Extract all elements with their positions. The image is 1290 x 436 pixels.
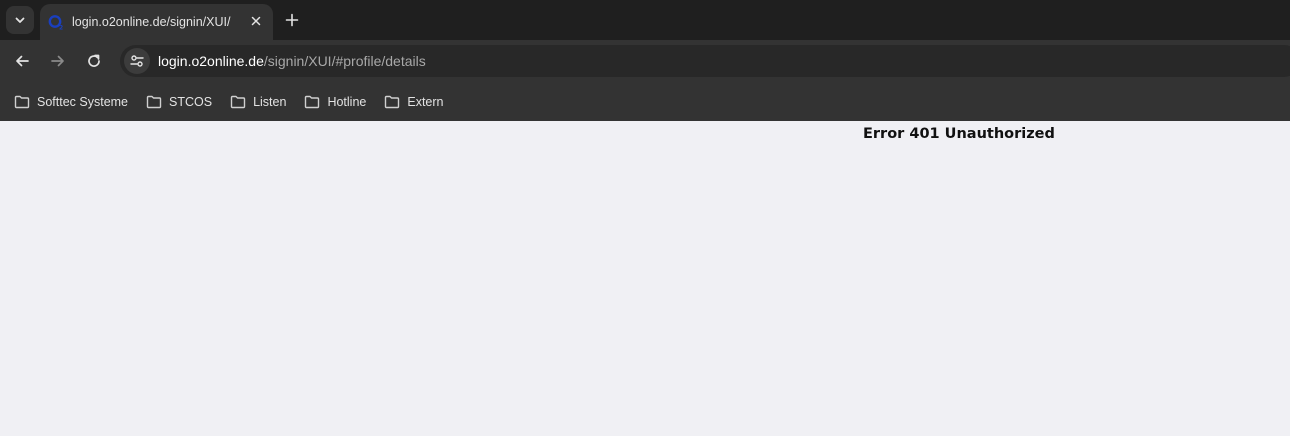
reload-icon — [88, 54, 100, 67]
bookmark-label: Hotline — [327, 94, 367, 109]
o2-logo-icon: 2 — [48, 14, 64, 30]
tab-strip: 2 login.o2online.de/signin/XUI/ — [0, 0, 1290, 40]
address-bar[interactable]: login.o2online.de/signin/XUI/#profile/de… — [120, 45, 1290, 77]
bookmark-listen[interactable]: Listen — [230, 90, 286, 114]
folder-icon — [14, 95, 30, 108]
chevron-down-icon — [15, 17, 25, 23]
folder-icon — [146, 95, 162, 108]
svg-text:2: 2 — [59, 25, 63, 31]
close-icon — [251, 16, 261, 26]
bookmarks-bar: Softtec Systeme STCOS Listen Hotline Ext… — [0, 82, 1290, 121]
tab-search-button[interactable] — [6, 6, 34, 34]
arrow-left-icon — [16, 55, 29, 67]
bookmark-label: STCOS — [169, 94, 213, 109]
folder-icon — [230, 95, 246, 108]
folder-icon — [385, 95, 400, 108]
bookmark-label: Listen — [253, 94, 287, 109]
tune-icon — [130, 55, 144, 67]
reload-button[interactable] — [82, 49, 106, 73]
browser-window: 2 login.o2online.de/signin/XUI/ login.o2… — [0, 0, 1290, 436]
bookmark-softtec-systeme[interactable]: Softtec Systeme — [14, 90, 128, 114]
bookmark-label: Extern — [407, 94, 444, 109]
folder-icon — [305, 95, 320, 108]
back-button[interactable] — [10, 49, 34, 73]
bookmark-stcos[interactable]: STCOS — [146, 90, 212, 114]
toolbar: login.o2online.de/signin/XUI/#profile/de… — [0, 40, 1290, 82]
bookmark-label: Softtec Systeme — [37, 94, 129, 109]
error-heading: Error 401 Unauthorized — [863, 126, 1055, 142]
bookmark-hotline[interactable]: Hotline — [304, 90, 366, 114]
tab-active[interactable]: 2 login.o2online.de/signin/XUI/ — [40, 4, 273, 40]
site-info-button[interactable] — [124, 48, 150, 74]
plus-icon — [285, 13, 299, 27]
url-text[interactable]: login.o2online.de/signin/XUI/#profile/de… — [158, 53, 426, 69]
url-host: login.o2online.de — [158, 53, 264, 69]
forward-button[interactable] — [46, 49, 70, 73]
new-tab-button[interactable] — [280, 8, 304, 32]
bookmark-extern[interactable]: Extern — [384, 90, 444, 114]
arrow-right-icon — [51, 55, 64, 67]
url-path: /signin/XUI/#profile/details — [263, 53, 426, 69]
page-content: Error 401 Unauthorized — [0, 121, 1290, 436]
tab-title: login.o2online.de/signin/XUI/ — [72, 15, 231, 29]
tab-close-button[interactable] — [247, 12, 265, 30]
